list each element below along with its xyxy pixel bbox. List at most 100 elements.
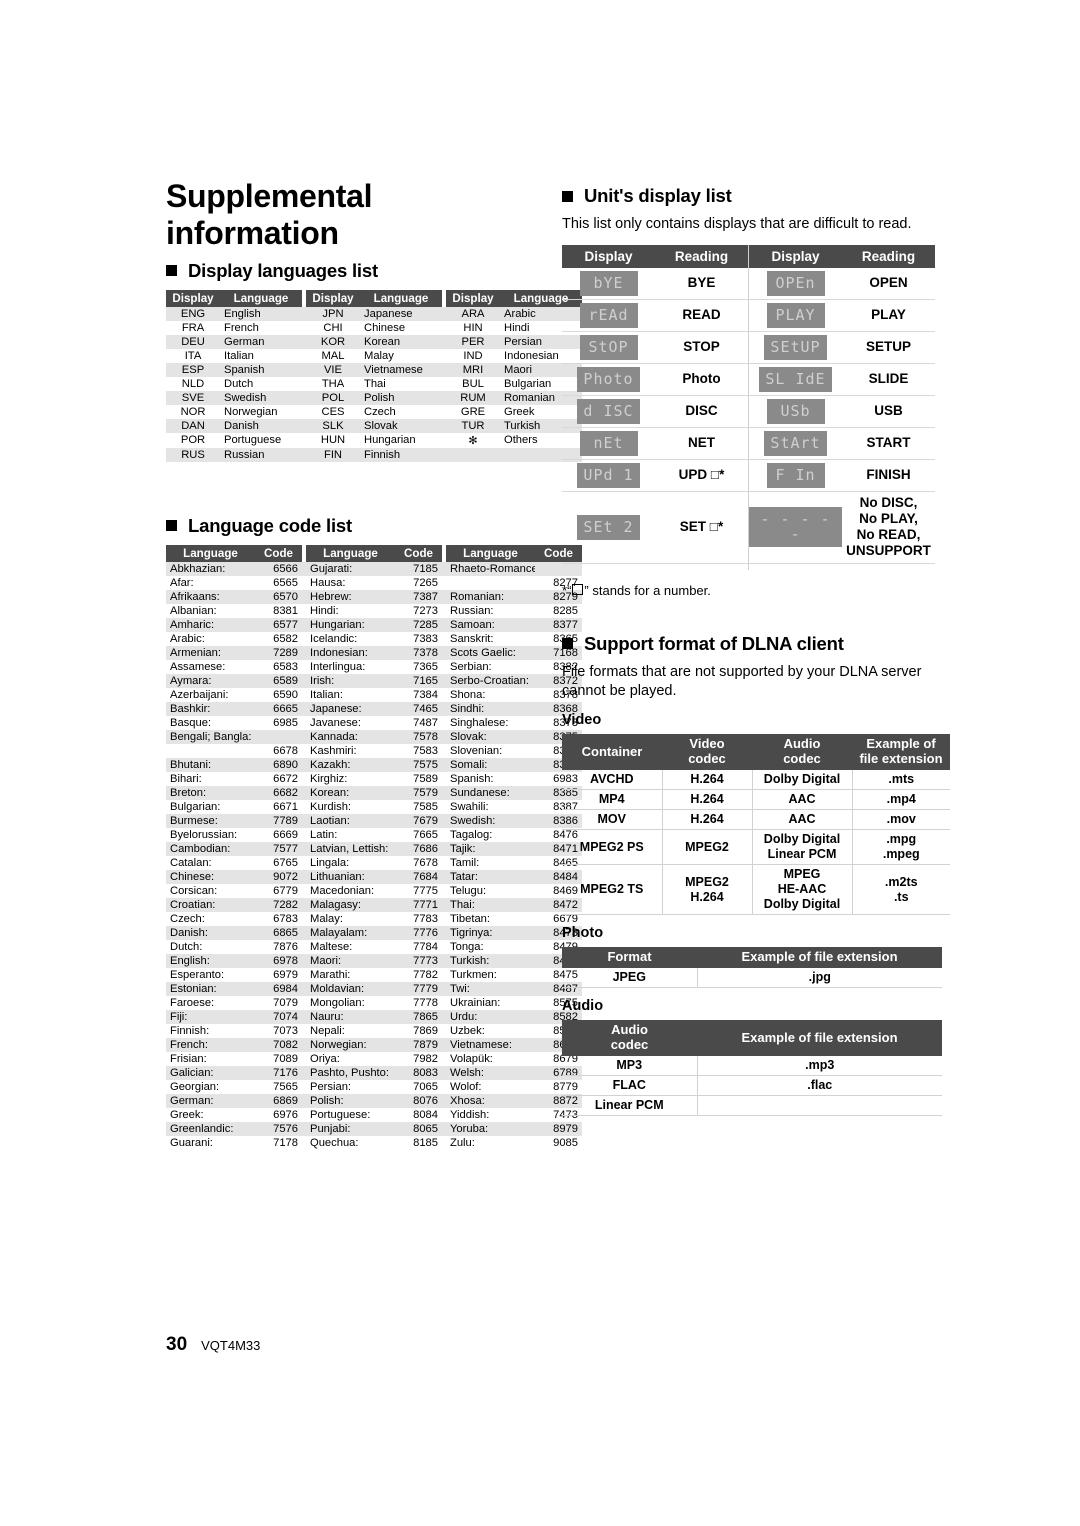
language-code-cell: 7082 bbox=[255, 1037, 302, 1052]
section-heading-label: Display languages list bbox=[188, 259, 378, 281]
language-name-cell: Albanian: bbox=[170, 604, 217, 617]
page-title: Supplemental information bbox=[166, 178, 373, 252]
display-code-cell: RUS bbox=[166, 447, 220, 462]
language-name-cell: Japanese bbox=[360, 306, 442, 321]
manual-page: Supplemental information Display languag… bbox=[0, 0, 1080, 1526]
square-bullet-icon bbox=[166, 520, 177, 532]
language-name-cell: Yiddish: bbox=[450, 1108, 490, 1121]
language-name-cell: Lingala: bbox=[310, 856, 350, 869]
column-header: Display bbox=[562, 244, 655, 268]
language-name-cell: Portuguese: bbox=[310, 1108, 371, 1121]
table-row: rEAd READ PLAY PLAY bbox=[562, 299, 935, 332]
dlna-photo-table: Format Example of file extension JPEG .jpg bbox=[562, 947, 942, 989]
language-name-cell: Italian: bbox=[310, 688, 343, 701]
seven-segment-display-icon: nEt bbox=[579, 430, 638, 456]
empty-cell bbox=[655, 563, 749, 570]
seven-segment-display-icon: OPEn bbox=[766, 270, 825, 296]
display-code-cell: ✻ bbox=[468, 434, 478, 447]
language-code-cell: 7784 bbox=[413, 940, 438, 953]
language-name-cell: Azerbaijani: bbox=[170, 688, 229, 701]
language-name-cell: Dutch: bbox=[170, 940, 203, 953]
table-header-row: Language Code Language Code Language Code bbox=[166, 544, 582, 562]
language-code-cell: 8185 bbox=[413, 1136, 438, 1149]
video-format-row: AVCHD H.264 Dolby Digital .mts bbox=[562, 770, 950, 791]
language-code-cell: 7487 bbox=[413, 716, 438, 729]
column-header: Reading bbox=[842, 244, 935, 268]
display-glyph-cell: SEtUP bbox=[748, 331, 842, 364]
language-name-cell: Quechua: bbox=[310, 1136, 359, 1149]
language-name-cell: Ukrainian: bbox=[450, 996, 501, 1009]
language-name-cell: Bhutani: bbox=[166, 757, 255, 772]
table-row: Greek: 6976 Portuguese: 8084 Yiddish: 7473 bbox=[166, 1107, 582, 1122]
table-row: Fiji: 7074 Nauru: 7865 Urdu: 8582 bbox=[166, 1009, 582, 1024]
language-name-cell: Interlingua: bbox=[310, 660, 366, 673]
page-number: 30 bbox=[166, 1334, 188, 1355]
photo-format-row: JPEG .jpg bbox=[562, 968, 942, 989]
language-code-cell: 7073 bbox=[273, 1024, 298, 1037]
unit-display-table: Display Reading Display Reading bYE BYE OPEn OP… bbox=[562, 244, 935, 570]
language-name-cell: Tagalog: bbox=[450, 828, 493, 841]
column-header: Display bbox=[446, 289, 500, 307]
language-code-cell: 8065 bbox=[395, 1121, 442, 1136]
table-row: Finnish:7073Nepali:7869Uzbek:8590 bbox=[166, 1023, 582, 1038]
display-code-cell: VIE bbox=[306, 362, 360, 377]
language-code-cell: 7575 bbox=[395, 757, 442, 772]
table-row: Afar: 6565 Hausa: 7265 8277 bbox=[166, 575, 582, 590]
table-row: 6678Kashmiri:7583Slovenian:8376 bbox=[166, 743, 582, 758]
video-format-cell: MPEG2 TS bbox=[562, 864, 663, 916]
column-header: Code bbox=[395, 544, 442, 562]
language-name-cell: Swahili: bbox=[450, 800, 489, 813]
display-code-cell: ESP bbox=[166, 362, 220, 377]
language-name-cell: Afrikaans: bbox=[166, 589, 255, 604]
display-glyph-cell: d ISC bbox=[562, 395, 655, 428]
table-row: French:7082Norwegian:7879Vietnamese:8673 bbox=[166, 1037, 582, 1052]
dlna-video-label: Video bbox=[562, 712, 602, 729]
display-code-cell: CES bbox=[321, 405, 345, 418]
language-code-cell: 7879 bbox=[395, 1037, 442, 1052]
language-name-cell: Vietnamese: bbox=[446, 1037, 535, 1052]
language-name-cell: Nauru: bbox=[306, 1009, 395, 1024]
language-name-cell: German: bbox=[166, 1093, 255, 1108]
column-header: Example of file extension bbox=[697, 947, 942, 969]
language-code-cell: 9072 bbox=[255, 869, 302, 884]
language-name-cell: Aymara: bbox=[166, 673, 255, 688]
language-code-cell: 7869 bbox=[413, 1024, 438, 1037]
section-heading-language-code: Language code list bbox=[166, 515, 538, 537]
left-column: Supplemental information Display languag… bbox=[166, 178, 582, 1150]
table-header-row: Container Video codec Audio codec Example of f… bbox=[562, 734, 950, 771]
language-code-cell: 7074 bbox=[255, 1009, 302, 1024]
table-row: Amharic: 6577 Hungarian: 7285 Samoan: 8377 bbox=[166, 617, 582, 632]
language-name-cell: Kannada: bbox=[306, 729, 395, 744]
language-name-cell: Tamil: bbox=[450, 856, 480, 869]
language-name-cell: Serbian: bbox=[450, 660, 492, 673]
column-header: Example of file extension bbox=[697, 1020, 942, 1057]
dlna-audio-table: Audio codec Example of file extension MP3 .m… bbox=[562, 1020, 942, 1117]
footnote-quote-close: ” bbox=[584, 582, 589, 598]
empty-cell bbox=[749, 563, 843, 570]
table-row: d ISC DISC USb USB bbox=[562, 395, 935, 428]
language-code-cell: 7865 bbox=[395, 1009, 442, 1024]
language-name-cell: Thai: bbox=[446, 897, 535, 912]
language-name-cell: Georgian: bbox=[170, 1080, 220, 1093]
language-code-cell: 7678 bbox=[413, 856, 438, 869]
language-name-cell: Bulgarian: bbox=[170, 800, 221, 813]
language-name-cell: Russian: bbox=[450, 604, 494, 617]
language-code-cell: 6678 bbox=[273, 744, 298, 757]
display-glyph-cell: F In bbox=[748, 459, 842, 492]
seven-segment-display-icon: SEt 2 bbox=[577, 514, 640, 540]
dlna-video-table: Container Video codec Audio codec Example of f… bbox=[562, 734, 950, 916]
table-row: Catalan: 6765 Lingala: 7678 Tamil: 8465 bbox=[166, 855, 582, 870]
table-row: Azerbaijani: 6590 Italian: 7384 Shona: 8378 bbox=[166, 687, 582, 702]
video-format-row: MP4 H.264 AAC .mp4 bbox=[562, 789, 950, 811]
language-name-cell: Malagasy: bbox=[306, 897, 395, 912]
language-code-cell: 7265 bbox=[413, 576, 438, 589]
language-name-cell: Moldavian: bbox=[306, 981, 395, 996]
display-code-cell: FIN bbox=[306, 447, 360, 462]
language-code-cell: 6978 bbox=[255, 953, 302, 968]
language-name-cell: Polish bbox=[360, 390, 442, 405]
table-header-row: Audio codec Example of file extension bbox=[562, 1020, 942, 1057]
language-code-cell: 7789 bbox=[255, 813, 302, 828]
language-name-cell: Slovak bbox=[360, 418, 442, 433]
language-name-cell: Catalan: bbox=[170, 856, 212, 869]
language-name-cell: Tigrinya: bbox=[446, 925, 535, 940]
